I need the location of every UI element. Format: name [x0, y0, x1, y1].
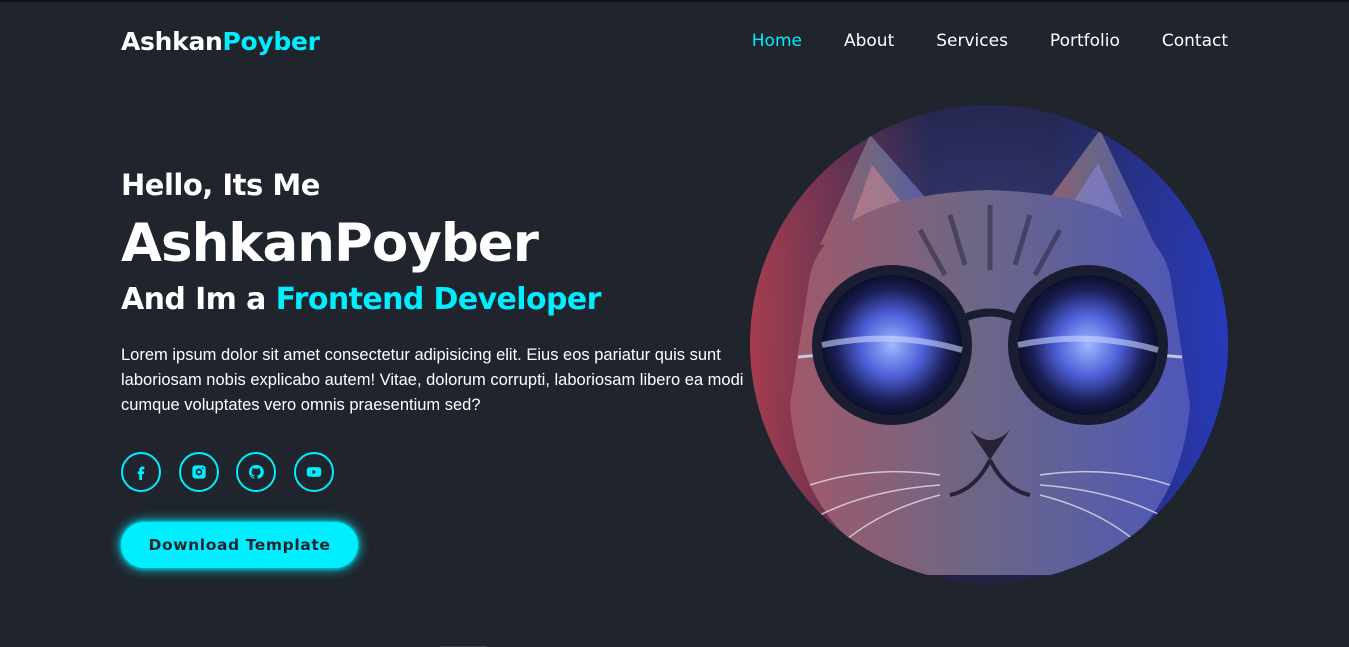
logo[interactable]: AshkanPoyber: [121, 27, 320, 56]
hero-content: Hello, Its Me AshkanPoyber And Im a Fron…: [121, 167, 761, 568]
role-prefix: And Im a: [121, 282, 276, 317]
github-icon: [248, 464, 264, 479]
facebook-link[interactable]: [121, 452, 161, 492]
nav-contact[interactable]: Contact: [1162, 31, 1228, 51]
facebook-icon: [137, 466, 145, 480]
youtube-link[interactable]: [293, 452, 334, 492]
logo-primary: Ashkan: [121, 27, 223, 56]
instagram-icon: [191, 465, 206, 479]
nav-about[interactable]: About: [844, 31, 894, 51]
youtube-icon: [306, 467, 321, 477]
cat-with-sunglasses-illustration: [750, 105, 1228, 583]
nav-portfolio[interactable]: Portfolio: [1050, 31, 1120, 51]
instagram-link[interactable]: [178, 452, 219, 492]
hero-description: Lorem ipsum dolor sit amet consectetur a…: [121, 346, 744, 414]
site-header: AshkanPoyber Home About Services Portfol…: [0, 2, 1349, 84]
social-links: [121, 452, 761, 492]
logo-accent: Poyber: [222, 27, 320, 56]
nav-services[interactable]: Services: [936, 31, 1008, 51]
hero-greeting: Hello, Its Me: [121, 168, 320, 202]
main-nav: Home About Services Portfolio Contact: [710, 31, 1228, 51]
hero-role: And Im a Frontend Developer: [121, 279, 761, 321]
hero-image-cat: [750, 105, 1228, 583]
download-template-button[interactable]: Download Template: [121, 522, 358, 568]
hero-name: AshkanPoyber: [121, 213, 539, 274]
role-accent: Frontend Developer: [275, 282, 602, 317]
github-link[interactable]: [236, 452, 276, 492]
nav-home[interactable]: Home: [752, 31, 802, 51]
